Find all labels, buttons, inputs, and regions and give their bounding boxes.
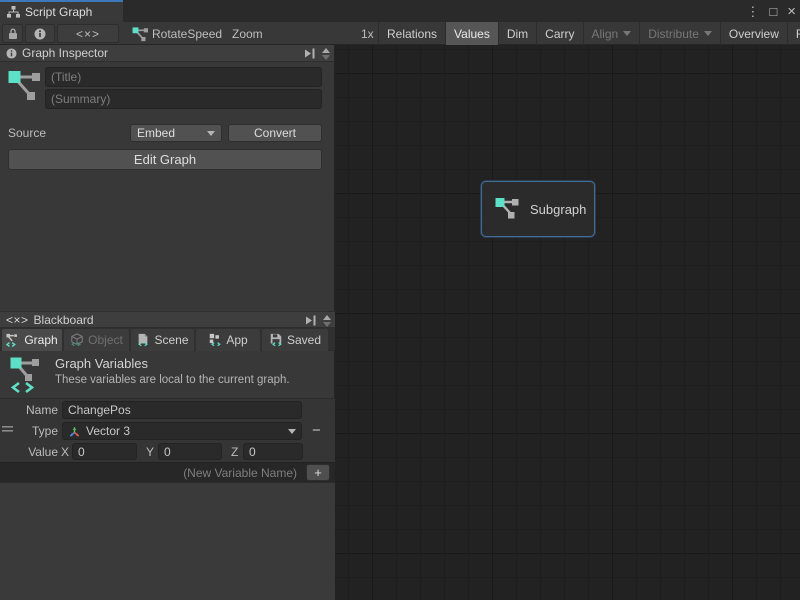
dock-panel-icon[interactable] bbox=[303, 48, 316, 59]
align-dropdown[interactable]: Align bbox=[583, 22, 640, 45]
close-icon[interactable]: × bbox=[787, 4, 796, 19]
x-value-input[interactable] bbox=[72, 443, 137, 460]
distribute-dropdown[interactable]: Distribute bbox=[639, 22, 720, 45]
tab-app[interactable]: App bbox=[196, 329, 260, 351]
blackboard-logo-icon: <×> bbox=[6, 313, 29, 327]
blackboard-header[interactable]: <×> Blackboard bbox=[0, 311, 335, 328]
carry-button[interactable]: Carry bbox=[536, 22, 582, 45]
graph-variables-title: Graph Variables bbox=[55, 356, 148, 371]
tab-bar: Script Graph ⋮ □ × bbox=[0, 0, 800, 22]
variable-row: Name Type Vector 3 − Value X Y Z bbox=[0, 398, 335, 462]
graph-asset-icon bbox=[132, 27, 149, 42]
x-label: X bbox=[61, 445, 69, 459]
info-button[interactable] bbox=[25, 24, 55, 43]
graph-toolbar: <×> RotateSpeed Zoom 1x Relations Values… bbox=[0, 22, 800, 45]
side-panel: Graph Inspector Source Embed bbox=[0, 45, 335, 600]
scroll-up-icon[interactable] bbox=[323, 315, 331, 320]
panel-scrollbar[interactable] bbox=[320, 48, 332, 60]
vector3-icon bbox=[68, 425, 81, 438]
hierarchy-icon bbox=[7, 6, 20, 18]
dim-button[interactable]: Dim bbox=[498, 22, 536, 45]
script-graph-window: Script Graph ⋮ □ × <×> bbox=[0, 0, 800, 600]
edit-graph-button[interactable]: Edit Graph bbox=[8, 149, 322, 170]
tab-scene[interactable]: Scene bbox=[131, 329, 194, 351]
graph-icon bbox=[8, 69, 42, 109]
source-value: Embed bbox=[137, 126, 175, 140]
graph-inspector-header[interactable]: Graph Inspector bbox=[0, 45, 334, 62]
tab-label: Script Graph bbox=[25, 5, 92, 19]
variable-type-dropdown[interactable]: Vector 3 bbox=[62, 422, 302, 440]
chevron-down-icon bbox=[207, 131, 215, 136]
menu-kebab-icon[interactable]: ⋮ bbox=[746, 5, 759, 18]
scroll-down-icon[interactable] bbox=[323, 322, 331, 327]
lock-button[interactable] bbox=[2, 24, 23, 43]
graph-name-label: RotateSpeed bbox=[152, 22, 222, 45]
values-button[interactable]: Values bbox=[445, 22, 498, 45]
visual-scripting-logo-icon: <×> bbox=[76, 27, 100, 41]
add-variable-button[interactable]: + bbox=[306, 464, 330, 481]
source-label: Source bbox=[8, 126, 46, 140]
info-icon bbox=[6, 48, 17, 59]
scene-icon bbox=[136, 333, 150, 347]
cube-icon bbox=[70, 333, 84, 347]
chevron-down-icon bbox=[288, 429, 296, 434]
graph-inspector-title: Graph Inspector bbox=[22, 46, 108, 60]
y-value-input[interactable] bbox=[158, 443, 222, 460]
graph-tab-icon bbox=[6, 333, 20, 347]
chevron-down-icon bbox=[704, 31, 712, 36]
convert-button[interactable]: Convert bbox=[228, 124, 322, 142]
source-dropdown[interactable]: Embed bbox=[130, 124, 222, 142]
app-icon bbox=[208, 333, 222, 347]
window-controls: ⋮ □ × bbox=[746, 0, 796, 22]
graph-variables-icon bbox=[10, 356, 44, 394]
overview-button[interactable]: Overview bbox=[720, 22, 787, 45]
zoom-label: Zoom bbox=[232, 22, 263, 45]
value-label: Value bbox=[8, 445, 58, 459]
z-value-input[interactable] bbox=[243, 443, 303, 460]
tab-script-graph[interactable]: Script Graph bbox=[0, 0, 123, 22]
type-label: Type bbox=[8, 424, 58, 438]
graph-canvas[interactable]: Subgraph bbox=[335, 45, 800, 600]
new-variable-input[interactable] bbox=[42, 464, 302, 481]
zoom-value: 1x bbox=[361, 22, 374, 45]
tab-graph[interactable]: Graph bbox=[2, 329, 62, 351]
relations-button[interactable]: Relations bbox=[378, 22, 445, 45]
z-label: Z bbox=[231, 445, 238, 459]
tab-saved[interactable]: Saved bbox=[262, 329, 328, 351]
blackboard-title: Blackboard bbox=[34, 313, 94, 327]
tab-object[interactable]: Object bbox=[64, 329, 129, 351]
panel-scrollbar[interactable] bbox=[321, 315, 333, 327]
y-label: Y bbox=[146, 445, 154, 459]
node-label: Subgraph bbox=[530, 202, 586, 217]
name-label: Name bbox=[8, 403, 58, 417]
remove-variable-button[interactable]: − bbox=[312, 422, 321, 439]
dock-panel-icon[interactable] bbox=[304, 315, 317, 326]
variable-name-input[interactable] bbox=[62, 401, 302, 419]
new-variable-row: + bbox=[0, 462, 335, 482]
blackboard-tabs: Graph Object Scene bbox=[0, 328, 335, 351]
maximize-icon[interactable]: □ bbox=[769, 5, 777, 18]
subgraph-icon bbox=[495, 197, 521, 222]
scroll-up-icon[interactable] bbox=[322, 48, 330, 53]
view-buttons: Relations Values Dim Carry Align Distrib… bbox=[378, 22, 800, 45]
graph-variables-subtitle: These variables are local to the current… bbox=[55, 374, 290, 386]
title-input[interactable] bbox=[45, 67, 322, 87]
type-value: Vector 3 bbox=[86, 424, 130, 438]
blackboard-empty-area bbox=[0, 482, 335, 600]
scroll-down-icon[interactable] bbox=[322, 55, 330, 60]
summary-input[interactable] bbox=[45, 89, 322, 109]
subgraph-node[interactable]: Subgraph bbox=[481, 181, 595, 237]
lock-icon bbox=[8, 28, 18, 40]
floppy-disk-icon bbox=[269, 333, 283, 347]
chevron-down-icon bbox=[623, 31, 631, 36]
full-screen-button[interactable]: Full Screen bbox=[787, 22, 800, 45]
info-icon bbox=[34, 28, 46, 40]
visual-scripting-button[interactable]: <×> bbox=[57, 24, 119, 43]
